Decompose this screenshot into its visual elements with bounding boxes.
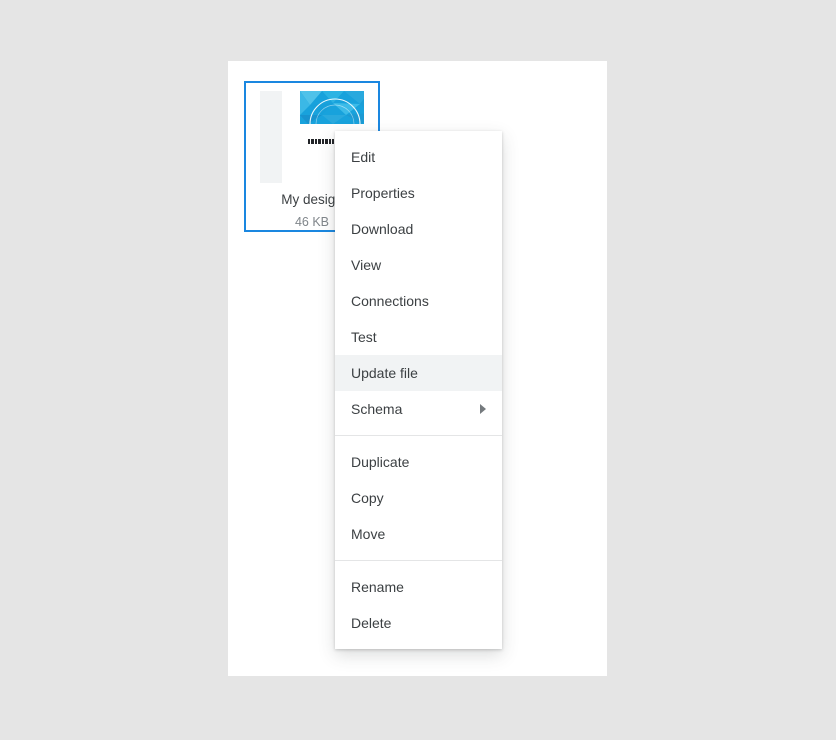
menu-item-label: Move	[351, 526, 386, 542]
menu-item-label: Properties	[351, 185, 415, 201]
menu-item-connections[interactable]: Connections	[335, 283, 502, 319]
menu-item-update-file[interactable]: Update file	[335, 355, 502, 391]
file-name-label: My design	[281, 192, 343, 207]
menu-item-label: Update file	[351, 365, 418, 381]
menu-item-label: Test	[351, 329, 377, 345]
menu-item-move[interactable]: Move	[335, 516, 502, 552]
thumbnail-heading-text	[308, 139, 334, 144]
menu-item-copy[interactable]: Copy	[335, 480, 502, 516]
menu-item-label: Delete	[351, 615, 392, 631]
menu-item-view[interactable]: View	[335, 247, 502, 283]
menu-item-edit[interactable]: Edit	[335, 139, 502, 175]
menu-divider	[335, 435, 502, 436]
menu-item-delete[interactable]: Delete	[335, 605, 502, 641]
menu-item-label: Download	[351, 221, 414, 237]
menu-item-label: Copy	[351, 490, 384, 506]
menu-item-download[interactable]: Download	[335, 211, 502, 247]
menu-item-label: View	[351, 257, 382, 273]
file-context-menu[interactable]: Edit Properties Download View Connections Tes…	[335, 131, 502, 649]
menu-item-label: Schema	[351, 401, 403, 417]
menu-item-label: Duplicate	[351, 454, 410, 470]
menu-item-label: Connections	[351, 293, 429, 309]
menu-item-label: Edit	[351, 149, 376, 165]
menu-item-test[interactable]: Test	[335, 319, 502, 355]
menu-item-rename[interactable]: Rename	[335, 569, 502, 605]
menu-item-label: Rename	[351, 579, 404, 595]
menu-divider	[335, 560, 502, 561]
menu-item-properties[interactable]: Properties	[335, 175, 502, 211]
menu-item-schema[interactable]: Schema	[335, 391, 502, 427]
file-size-label: 46 KB	[294, 215, 330, 229]
thumbnail-artwork-icon	[300, 91, 364, 124]
chevron-right-icon	[480, 404, 486, 414]
menu-item-duplicate[interactable]: Duplicate	[335, 444, 502, 480]
